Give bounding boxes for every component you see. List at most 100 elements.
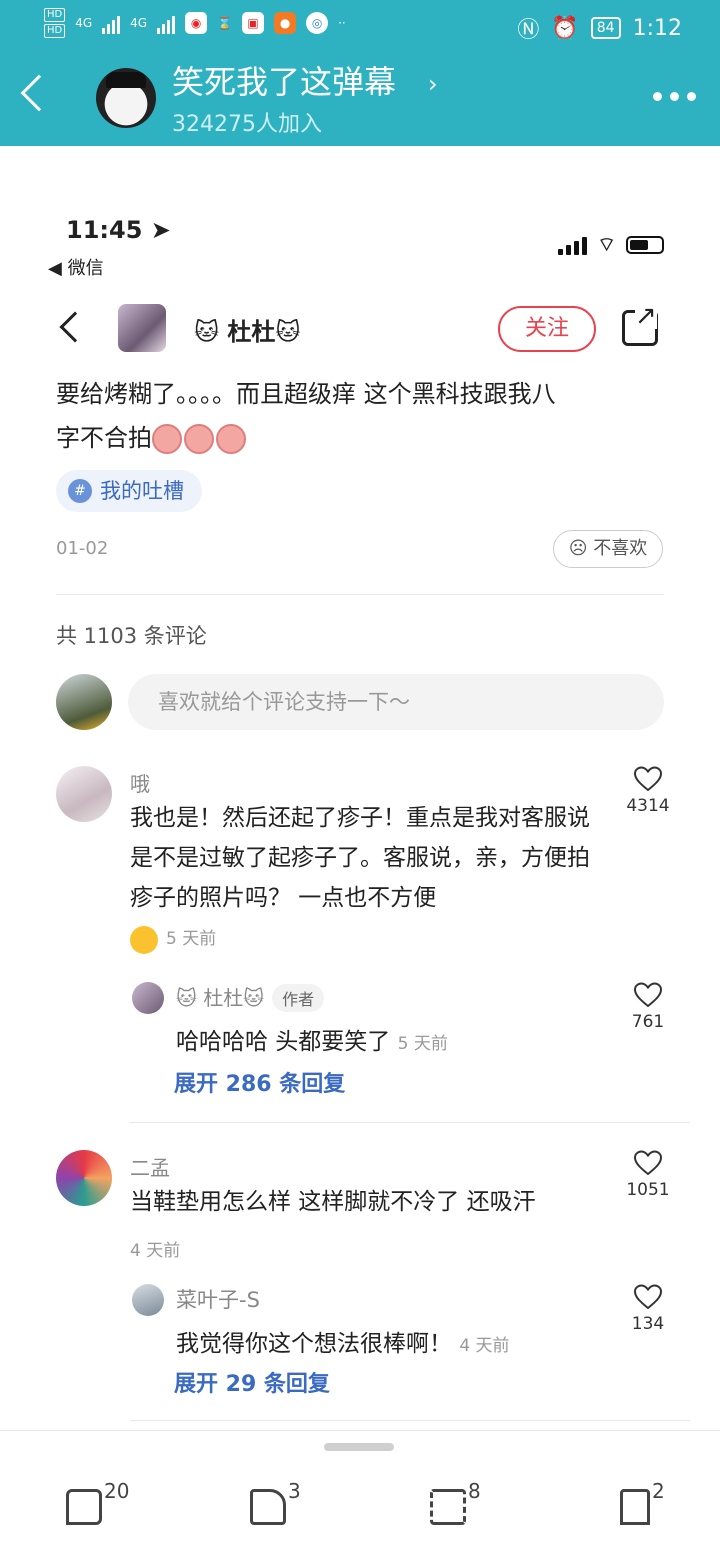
reply-avatar[interactable] [132, 1284, 164, 1316]
hourglass-icon: ⌛ [217, 16, 233, 30]
like-button[interactable]: 134 [620, 1284, 676, 1334]
bottom-toolbar: 20 3 8 2 [0, 1430, 720, 1560]
post-date: 01-02 [56, 538, 109, 559]
like-total: 3 [288, 1479, 301, 1503]
ios-battery-icon [626, 235, 664, 254]
group-avatar[interactable] [96, 68, 156, 128]
author-name[interactable]: 🐱 杜杜🐱 [194, 312, 300, 347]
status-bar-right: Ⓝ ⏰ 84 1:12 [517, 12, 682, 44]
bookmark-icon [620, 1489, 650, 1525]
back-icon[interactable] [59, 311, 91, 343]
topic-label: 我的吐槽 [100, 479, 184, 503]
reply-text: 我觉得你这个想法很棒啊！ [176, 1331, 452, 1357]
commenter-avatar[interactable] [56, 766, 112, 822]
divider [130, 1420, 690, 1421]
heart-icon [634, 766, 662, 792]
my-avatar [56, 674, 112, 730]
repost-total: 8 [468, 1479, 481, 1503]
group-members: 324275人加入 [172, 112, 322, 137]
group-header: HD HD 4G 4G ◉ ⌛ ▣ ● ◎ ·· Ⓝ ⏰ 84 1:12 笑死我了… [0, 0, 720, 146]
comment-time: 5 天前 [166, 929, 217, 949]
app-notification-icon: ◎ [306, 12, 329, 34]
alarm-icon: ⏰ [551, 15, 579, 41]
comment-meta: 5 天前 [130, 924, 216, 954]
crying-emoji-icon [152, 424, 182, 454]
reply-name[interactable]: 菜叶子-S [176, 1284, 260, 1314]
heart-icon [634, 982, 662, 1008]
comment-text: 我也是！然后还起了疹子！重点是我对客服说 是不是过敏了起疹子了。客服说，亲，方便… [130, 805, 590, 911]
comment-button[interactable]: 20 [66, 1479, 129, 1525]
app-notification-icon: ● [274, 12, 297, 34]
author-tag: 作者 [272, 984, 325, 1012]
dislike-label: 不喜欢 [593, 538, 648, 559]
comment-count: 共 1103 条评论 [56, 624, 207, 648]
follow-button[interactable]: 关注 [498, 306, 596, 352]
comment-total: 20 [104, 1479, 130, 1503]
drag-handle[interactable] [324, 1443, 394, 1451]
crying-emoji-icon [216, 424, 246, 454]
chevron-right-icon[interactable]: › [428, 70, 438, 98]
like-button[interactable]: 761 [620, 982, 676, 1032]
more-notifications-icon: ·· [338, 16, 346, 30]
like-count: 761 [631, 1012, 665, 1032]
like-button[interactable]: 4314 [620, 766, 676, 816]
like-count: 134 [631, 1314, 665, 1334]
reply-body: 哈哈哈哈 头都要笑了 5 天前 [176, 1022, 448, 1056]
status-bar-left: HD HD 4G 4G ◉ ⌛ ▣ ● ◎ ·· [44, 8, 346, 38]
signal-label-b: 4G [130, 16, 148, 30]
reply-header: 🐱 杜杜🐱 作者 [176, 982, 325, 1012]
like-button[interactable]: 1051 [620, 1150, 676, 1200]
ios-status-right: ⌔ [558, 232, 664, 257]
comment-input[interactable]: 喜欢就给个评论支持一下～ [128, 674, 664, 730]
author-avatar[interactable] [118, 304, 166, 352]
smile-emoji-icon [130, 925, 158, 954]
save-button[interactable]: 2 [620, 1479, 665, 1525]
divider [130, 1122, 690, 1123]
expand-replies-link[interactable]: 展开 29 条回复 [174, 1366, 330, 1398]
reply-name[interactable]: 🐱 杜杜🐱 [176, 986, 264, 1010]
wifi-icon: ⌔ [597, 232, 616, 256]
nfc-icon: Ⓝ [517, 18, 540, 43]
ios-time-text: 11:45 [66, 216, 143, 244]
reply-time: 4 天前 [459, 1336, 510, 1356]
post-body: 要给烤糊了。。。。而且超级痒 这个黑科技跟我八 字不合拍 [56, 372, 676, 460]
commenter-avatar[interactable] [56, 1150, 112, 1206]
hashtag-icon: # [68, 479, 92, 503]
post-header: 🐱 杜杜🐱 关注 [0, 298, 720, 378]
commenter-name[interactable]: 哦 [130, 768, 150, 797]
thumbs-up-icon [250, 1489, 286, 1525]
more-options-icon[interactable] [653, 92, 696, 101]
share-icon[interactable] [622, 303, 658, 346]
crying-emoji-icon [184, 424, 214, 454]
signal-icon [102, 12, 121, 34]
like-count: 4314 [626, 796, 670, 816]
back-icon[interactable] [20, 74, 58, 112]
dislike-button[interactable]: ☹ 不喜欢 [553, 530, 663, 568]
signal-icon [157, 12, 176, 34]
location-icon: ➤ [150, 216, 171, 244]
ios-time: 11:45 ➤ [66, 216, 171, 244]
reply-time: 5 天前 [397, 1034, 448, 1054]
app-notification-icon: ◉ [185, 12, 208, 34]
post-text-line: 要给烤糊了。。。。而且超级痒 这个黑科技跟我八 [56, 380, 556, 408]
battery-icon: 84 [590, 17, 621, 39]
comment-time: 4 天前 [130, 1241, 181, 1261]
like-count: 1051 [626, 1180, 670, 1200]
topic-tag[interactable]: # 我的吐槽 [56, 470, 202, 512]
app-notification-icon: ▣ [242, 12, 265, 34]
heart-icon [634, 1150, 662, 1176]
comment-text: 当鞋垫用怎么样 这样脚就不冷了 还吸汗 [130, 1189, 536, 1215]
divider [56, 594, 664, 595]
reply-avatar[interactable] [132, 982, 164, 1014]
save-total: 2 [652, 1479, 665, 1503]
like-post-button[interactable]: 3 [250, 1479, 301, 1525]
repost-icon [430, 1489, 466, 1525]
group-title[interactable]: 笑死我了这弹幕 [172, 62, 396, 102]
ios-back-label: ◀ 微信 [48, 258, 104, 279]
repost-button[interactable]: 8 [430, 1479, 481, 1525]
hd-icon: HD HD [44, 8, 66, 38]
post-text-line: 字不合拍 [56, 424, 152, 452]
comment-icon [66, 1489, 102, 1525]
expand-replies-link[interactable]: 展开 286 条回复 [174, 1066, 345, 1098]
commenter-name[interactable]: 二孟 [130, 1152, 170, 1181]
